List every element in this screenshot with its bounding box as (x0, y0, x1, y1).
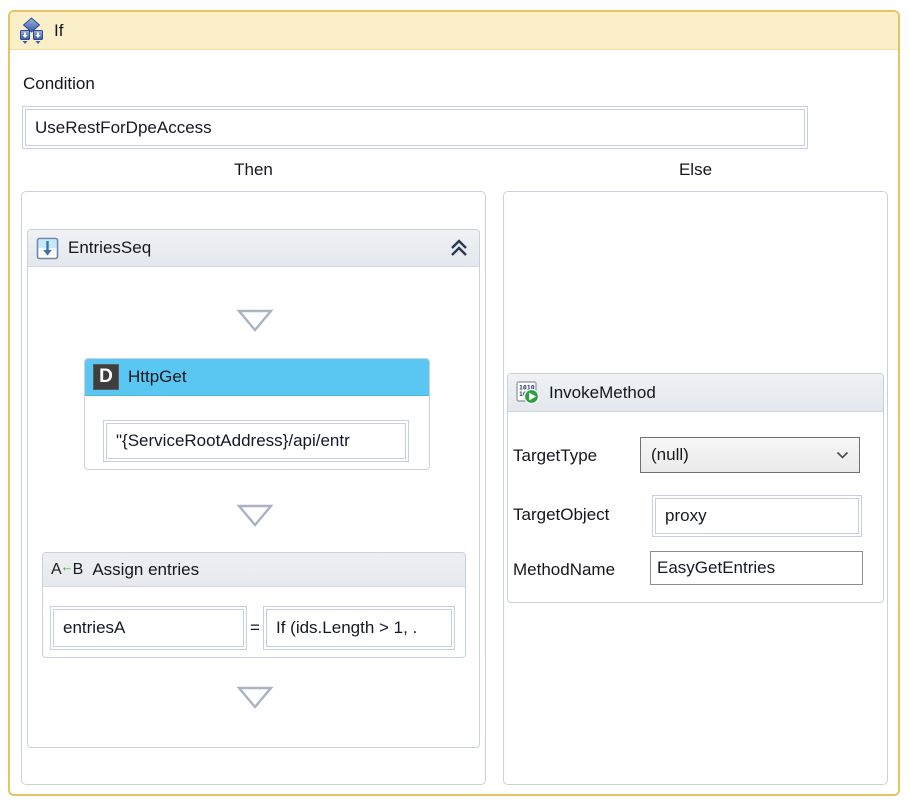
drop-target-triangle-icon[interactable] (236, 308, 274, 333)
chevron-down-icon (836, 451, 849, 460)
targettype-dropdown[interactable]: (null) (640, 437, 860, 473)
assign-value-expression-box[interactable]: If (ids.Length > 1, . (263, 606, 455, 650)
collapse-chevron-double-up-icon[interactable] (447, 237, 471, 259)
then-branch-label: Then (21, 160, 486, 180)
assign-equals-sign: = (250, 618, 260, 638)
assign-title: Assign entries (92, 560, 199, 580)
condition-label: Condition (23, 74, 95, 94)
methodname-label: MethodName (513, 560, 615, 580)
invokemethod-title: InvokeMethod (549, 383, 656, 403)
drop-target-triangle-icon[interactable] (236, 685, 274, 710)
sequence-icon (36, 237, 59, 260)
assign-ab-icon: A←B (51, 561, 83, 579)
condition-expression-box[interactable]: UseRestForDpeAccess (22, 106, 808, 149)
sequence-header[interactable]: EntriesSeq (28, 230, 479, 267)
invokemethod-header[interactable]: 1010 10 InvokeMethod (508, 374, 883, 412)
assign-target-expression-box[interactable]: entriesA (50, 606, 247, 650)
targettype-selected-value: (null) (651, 445, 689, 465)
sequence-title: EntriesSeq (68, 238, 151, 258)
assign-value-expression: If (ids.Length > 1, . (266, 609, 452, 647)
else-branch-label: Else (503, 160, 888, 180)
httpget-title: HttpGet (128, 367, 187, 387)
methodname-value: EasyGetEntries (657, 558, 775, 578)
if-icon (18, 17, 45, 45)
methodname-textbox[interactable]: EasyGetEntries (650, 551, 863, 585)
targetobject-label: TargetObject (513, 505, 609, 525)
httpget-url-expression-box[interactable]: "{ServiceRootAddress}/api/entr (103, 420, 409, 462)
assign-header[interactable]: A←B Assign entries (43, 553, 465, 587)
httpget-url-expression-value: "{ServiceRootAddress}/api/entr (106, 423, 406, 459)
assign-icon-arrow: ← (61, 559, 74, 574)
assign-target-value: entriesA (53, 609, 244, 647)
targetobject-expression-box[interactable]: proxy (652, 495, 862, 537)
workflow-designer-canvas: If Condition UseRestForDpeAccess Then El… (0, 0, 910, 805)
sequence-activity-entriesseq[interactable]: EntriesSeq (27, 229, 480, 748)
targetobject-value: proxy (655, 498, 859, 534)
assign-icon-b: B (73, 561, 84, 579)
httpget-d-icon: D (93, 364, 119, 390)
if-activity-header[interactable]: If (10, 12, 898, 50)
targettype-label: TargetType (513, 446, 597, 466)
invokemethod-icon: 1010 10 (516, 381, 540, 405)
drop-target-triangle-icon[interactable] (236, 503, 274, 528)
condition-expression-value: UseRestForDpeAccess (25, 109, 805, 146)
if-activity-title: If (54, 21, 63, 41)
httpget-header[interactable]: D HttpGet (85, 359, 429, 396)
